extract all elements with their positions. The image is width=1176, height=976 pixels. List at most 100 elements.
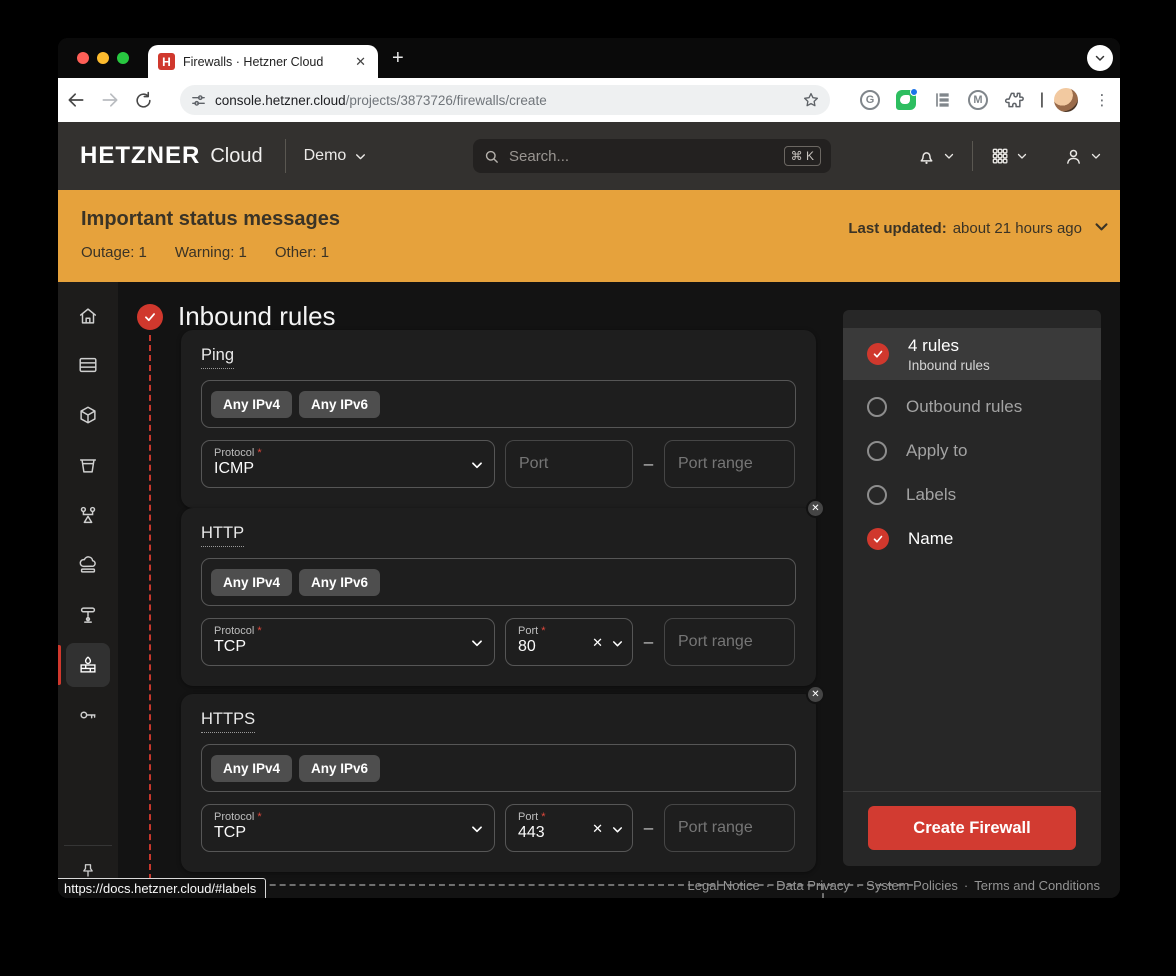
last-updated-label: Last updated:: [848, 220, 947, 237]
sidebar-item-volumes[interactable]: [66, 443, 110, 487]
tab-close-icon[interactable]: ✕: [353, 54, 368, 70]
source-chip[interactable]: Any IPv6: [299, 390, 381, 418]
port-input[interactable]: Port * 443 ✕: [505, 804, 633, 852]
bookmark-star-button[interactable]: [802, 91, 820, 109]
chevron-down-icon[interactable]: [611, 637, 624, 650]
reload-button[interactable]: [134, 91, 168, 110]
rule-sources-input[interactable]: Any IPv4 Any IPv6: [201, 744, 796, 792]
zoom-window-button[interactable]: [117, 52, 129, 64]
server-list-icon: [79, 357, 97, 373]
extension-evernote-button[interactable]: [894, 88, 918, 112]
rail-divider: [64, 845, 112, 846]
footer-separator: ·: [855, 878, 861, 893]
source-chip[interactable]: Any IPv4: [211, 568, 293, 596]
chevron-down-icon: [472, 826, 482, 833]
remove-rule-button[interactable]: ✕: [806, 685, 825, 704]
firewall-icon: [80, 656, 96, 673]
person-icon: [1067, 149, 1080, 164]
address-bar[interactable]: console.hetzner.cloud/projects/3873726/f…: [180, 85, 830, 115]
source-chip[interactable]: Any IPv6: [299, 568, 381, 596]
sidebar-item-images[interactable]: [66, 393, 110, 437]
port-range-dash: –: [643, 632, 654, 651]
banner-expand-button[interactable]: [1093, 218, 1110, 235]
cube-icon: [80, 406, 96, 424]
firewall-rule-card: ✕ HTTPS Any IPv4 Any IPv6 Protocol * TCP P…: [181, 685, 825, 872]
hetzner-logo[interactable]: HETZNER: [80, 142, 200, 170]
banner-count: Warning: 1: [174, 244, 247, 261]
wizard-step[interactable]: Apply to: [843, 429, 1101, 473]
sidebar-rail: [58, 282, 118, 898]
chevron-down-icon: [472, 462, 482, 469]
minimize-window-button[interactable]: [97, 52, 109, 64]
close-window-button[interactable]: [77, 52, 89, 64]
footer-link[interactable]: System Policies: [866, 878, 958, 893]
wizard-step[interactable]: Labels: [843, 473, 1101, 517]
toolbar-separator: |: [1039, 91, 1045, 108]
rule-sources-input[interactable]: Any IPv4 Any IPv6: [201, 558, 796, 606]
cloud-label: Cloud: [210, 144, 263, 167]
source-chip[interactable]: Any IPv6: [299, 754, 381, 782]
chevron-down-icon: [356, 153, 366, 159]
footer-link[interactable]: Legal Notice: [688, 878, 760, 893]
browser-menu-button[interactable]: ⋮: [1090, 88, 1114, 112]
rule-name-input[interactable]: HTTPS: [201, 710, 256, 733]
wizard-step[interactable]: Outbound rules: [843, 385, 1101, 429]
site-settings-icon[interactable]: [190, 92, 207, 109]
status-url: https://docs.hetzner.cloud/#labels: [64, 880, 257, 896]
rule-sources-input[interactable]: Any IPv4 Any IPv6: [201, 380, 796, 428]
clear-port-icon[interactable]: ✕: [592, 635, 603, 651]
sidebar-item-servers[interactable]: [66, 343, 110, 387]
sidebar-item-load-balancers[interactable]: [66, 493, 110, 537]
step-check-icon: [867, 343, 889, 365]
new-tab-button[interactable]: +: [392, 48, 404, 68]
rule-name-input[interactable]: Ping: [201, 346, 235, 369]
wizard-step[interactable]: 4 rules Inbound rules: [843, 328, 1101, 380]
wizard-step[interactable]: Name: [843, 517, 1101, 561]
sidebar-item-firewalls[interactable]: [66, 643, 110, 687]
app-header: HETZNER Cloud Demo Search... ⌘ K: [58, 122, 1120, 190]
port-range-dash: –: [643, 818, 654, 837]
m-circle-icon: M: [968, 90, 988, 110]
firewall-rule-card: Ping Any IPv4 Any IPv6 Protocol * ICMP Por…: [181, 330, 816, 508]
footer-link[interactable]: Terms and Conditions: [974, 878, 1100, 893]
remove-rule-button[interactable]: ✕: [806, 499, 825, 518]
protocol-select[interactable]: Protocol * TCP: [201, 804, 495, 852]
source-chip[interactable]: Any IPv4: [211, 754, 293, 782]
back-arrow-icon: [68, 93, 84, 107]
browser-tab[interactable]: H Firewalls · Hetzner Cloud ✕: [148, 45, 378, 78]
search-input[interactable]: Search... ⌘ K: [473, 139, 831, 173]
extension-tabs-button[interactable]: [930, 88, 954, 112]
sidebar-item-security[interactable]: [66, 693, 110, 737]
port-input[interactable]: Port * 80 ✕: [505, 618, 633, 666]
extensions-menu-button[interactable]: [1002, 88, 1026, 112]
sidebar-item-networks[interactable]: [66, 593, 110, 637]
protocol-select[interactable]: Protocol * ICMP: [201, 440, 495, 488]
port-input: Port: [505, 440, 633, 488]
port-range-input[interactable]: Port range: [664, 804, 795, 852]
main-content: Inbound rules Ping Any IPv4 Any IPv6 Prot…: [58, 282, 1120, 898]
sidebar-item-home[interactable]: [66, 294, 110, 338]
protocol-select[interactable]: Protocol * TCP: [201, 618, 495, 666]
source-chip[interactable]: Any IPv4: [211, 390, 293, 418]
back-button[interactable]: [66, 90, 100, 110]
footer-link[interactable]: Data Privacy: [776, 878, 850, 893]
profile-button[interactable]: [1054, 88, 1078, 112]
search-shortcut-badge: ⌘ K: [783, 146, 821, 166]
firewall-rule-card: ✕ HTTP Any IPv4 Any IPv6 Protocol * TCP Po…: [181, 499, 825, 686]
port-range-input[interactable]: Port range: [664, 440, 795, 488]
sidebar-item-floating-ips[interactable]: [66, 543, 110, 587]
create-firewall-button[interactable]: Create Firewall: [868, 806, 1076, 850]
apps-menu-button[interactable]: [990, 146, 1028, 166]
notifications-button[interactable]: [916, 146, 955, 167]
rule-name-input[interactable]: HTTP: [201, 524, 245, 547]
extension-grammarly-button[interactable]: G: [858, 88, 882, 112]
clear-port-icon[interactable]: ✕: [592, 821, 603, 837]
extension-m-button[interactable]: M: [966, 88, 990, 112]
forward-button[interactable]: [100, 90, 134, 110]
port-range-input[interactable]: Port range: [664, 618, 795, 666]
tab-search-button[interactable]: [1087, 45, 1113, 71]
project-selector[interactable]: Demo: [304, 147, 368, 165]
chevron-down-icon: [1095, 223, 1108, 231]
chevron-down-icon[interactable]: [611, 823, 624, 836]
account-menu-button[interactable]: [1063, 146, 1102, 167]
